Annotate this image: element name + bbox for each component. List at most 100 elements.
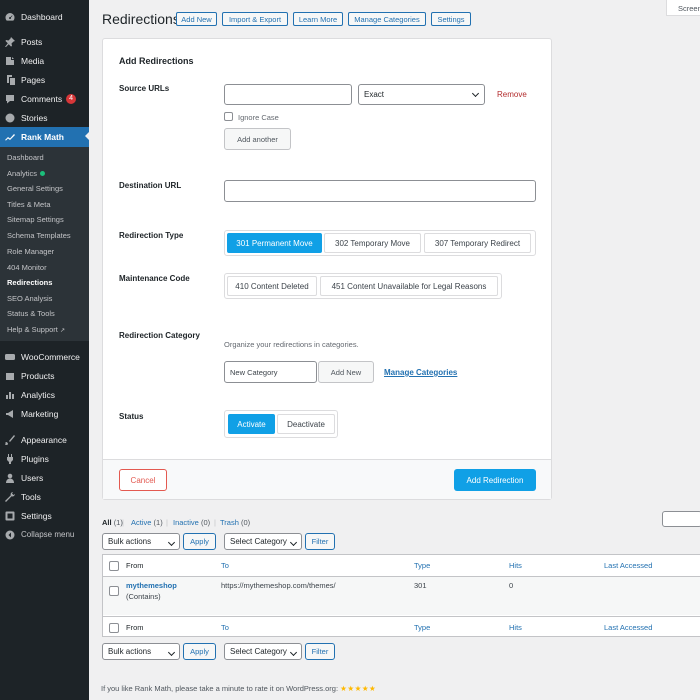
submenu-label: Help & Support <box>7 325 58 334</box>
import-export-button[interactable]: Import & Export <box>222 12 288 26</box>
filter-all[interactable]: All (1) <box>102 518 123 527</box>
menu-rank-math[interactable]: Rank Math <box>0 127 89 147</box>
submenu-analytics[interactable]: Analytics <box>7 169 46 178</box>
column-to[interactable]: To <box>221 623 229 632</box>
select-all-checkbox[interactable] <box>109 561 119 571</box>
destination-url-input[interactable] <box>224 180 536 202</box>
redirections-table: From To Type Hits Last Accessed mythemes… <box>102 554 700 637</box>
category-filter-select[interactable]: Select Category <box>224 533 302 550</box>
manage-categories-button[interactable]: Manage Categories <box>348 12 426 26</box>
menu-pages[interactable]: Pages <box>0 70 89 89</box>
column-type[interactable]: Type <box>414 561 430 570</box>
submenu-404-monitor[interactable]: 404 Monitor <box>7 263 47 272</box>
activate-button[interactable]: Activate <box>228 414 275 434</box>
type-302-button[interactable]: 302 Temporary Move <box>324 233 421 253</box>
category-filter-select-bottom[interactable]: Select Category <box>224 643 302 660</box>
redirection-type-group: 301 Permanent Move 302 Temporary Move 30… <box>224 230 536 256</box>
apply-button[interactable]: Apply <box>183 533 216 550</box>
filter-trash[interactable]: Trash (0) <box>220 518 250 527</box>
bulk-actions-select-bottom[interactable]: Bulk actions <box>102 643 180 660</box>
table-footer: From To Type Hits Last Accessed <box>103 616 700 637</box>
column-from: From <box>126 623 144 632</box>
filter-button[interactable]: Filter <box>305 533 335 550</box>
cancel-button[interactable]: Cancel <box>119 469 167 491</box>
pin-icon <box>5 36 15 47</box>
code-451-button[interactable]: 451 Content Unavailable for Legal Reason… <box>320 276 498 296</box>
submenu-sitemap-settings[interactable]: Sitemap Settings <box>7 215 64 224</box>
row-checkbox[interactable] <box>109 586 119 596</box>
column-hits[interactable]: Hits <box>509 623 522 632</box>
filter-label: Inactive <box>173 518 199 527</box>
screen-options-tab[interactable]: Screen <box>666 0 700 16</box>
bulk-actions-select[interactable]: Bulk actions <box>102 533 180 550</box>
source-url-input[interactable] <box>224 84 352 105</box>
row-type: 301 <box>414 581 427 590</box>
settings-button[interactable]: Settings <box>431 12 471 26</box>
search-input[interactable] <box>662 511 700 527</box>
add-new-button[interactable]: Add New <box>176 12 217 26</box>
rating-stars-icon[interactable]: ★★★★★ <box>340 684 376 693</box>
new-category-input[interactable]: New Category <box>224 361 317 383</box>
menu-label: Marketing <box>21 408 59 419</box>
submenu-titles-meta[interactable]: Titles & Meta <box>7 200 50 209</box>
type-307-button[interactable]: 307 Temporary Redirect <box>424 233 531 253</box>
select-all-checkbox[interactable] <box>109 623 119 633</box>
menu-plugins[interactable]: Plugins <box>0 449 89 468</box>
media-icon <box>5 56 15 66</box>
menu-products[interactable]: Products <box>0 366 89 385</box>
column-to[interactable]: To <box>221 561 229 570</box>
woocommerce-icon <box>5 352 15 362</box>
submenu-help-support[interactable]: Help & Support ↗ <box>7 325 65 334</box>
category-filter-value: Select Category <box>230 537 287 546</box>
menu-label: Tools <box>21 491 41 502</box>
menu-label: Stories <box>21 112 48 123</box>
column-last-accessed[interactable]: Last Accessed <box>604 623 652 632</box>
column-type[interactable]: Type <box>414 623 430 632</box>
comment-count-badge: 4 <box>66 93 76 104</box>
menu-users[interactable]: Users <box>0 468 89 487</box>
filter-separator: | <box>122 518 124 527</box>
redirection-category-label: Redirection Category <box>119 331 200 340</box>
menu-stories[interactable]: Stories <box>0 108 89 127</box>
menu-marketing[interactable]: Marketing <box>0 404 89 423</box>
ignore-case-checkbox[interactable] <box>224 112 233 121</box>
column-last-accessed[interactable]: Last Accessed <box>604 561 652 570</box>
filter-count: (1) <box>153 518 163 527</box>
menu-media[interactable]: Media <box>0 51 89 70</box>
menu-tools[interactable]: Tools <box>0 487 89 506</box>
menu-collapse[interactable]: Collapse menu <box>0 525 89 544</box>
match-type-select[interactable]: Exact <box>358 84 485 105</box>
add-another-button[interactable]: Add another <box>224 128 291 150</box>
menu-dashboard[interactable]: Dashboard <box>0 7 89 26</box>
menu-woocommerce[interactable]: WooCommerce <box>0 347 89 366</box>
menu-posts[interactable]: Posts <box>0 32 89 51</box>
submenu-redirections[interactable]: Redirections <box>7 278 52 287</box>
submenu-role-manager[interactable]: Role Manager <box>7 247 54 256</box>
menu-label: Rank Math <box>21 132 64 142</box>
row-from-link[interactable]: mythemeshop <box>126 581 177 590</box>
submenu-general-settings[interactable]: General Settings <box>7 184 63 193</box>
column-hits[interactable]: Hits <box>509 561 522 570</box>
submenu-status-tools[interactable]: Status & Tools <box>7 309 55 318</box>
manage-categories-link[interactable]: Manage Categories <box>384 368 457 377</box>
filter-active[interactable]: Active (1) <box>131 518 163 527</box>
add-redirection-button[interactable]: Add Redirection <box>454 469 536 491</box>
submenu-dashboard[interactable]: Dashboard <box>7 153 44 162</box>
code-410-button[interactable]: 410 Content Deleted <box>227 276 317 296</box>
deactivate-button[interactable]: Deactivate <box>277 414 335 434</box>
apply-button-bottom[interactable]: Apply <box>183 643 216 660</box>
row-match-type: (Contains) <box>126 592 161 601</box>
filter-button-bottom[interactable]: Filter <box>305 643 335 660</box>
menu-settings[interactable]: Settings <box>0 506 89 525</box>
add-category-button[interactable]: Add New <box>318 361 374 383</box>
type-301-button[interactable]: 301 Permanent Move <box>227 233 322 253</box>
learn-more-button[interactable]: Learn More <box>293 12 343 26</box>
submenu-schema-templates[interactable]: Schema Templates <box>7 231 71 240</box>
status-dot-icon <box>40 171 46 176</box>
filter-inactive[interactable]: Inactive (0) <box>173 518 210 527</box>
menu-appearance[interactable]: Appearance <box>0 430 89 449</box>
menu-analytics[interactable]: Analytics <box>0 385 89 404</box>
menu-comments[interactable]: Comments 4 <box>0 89 89 108</box>
submenu-seo-analysis[interactable]: SEO Analysis <box>7 294 52 303</box>
remove-link[interactable]: Remove <box>497 90 527 99</box>
